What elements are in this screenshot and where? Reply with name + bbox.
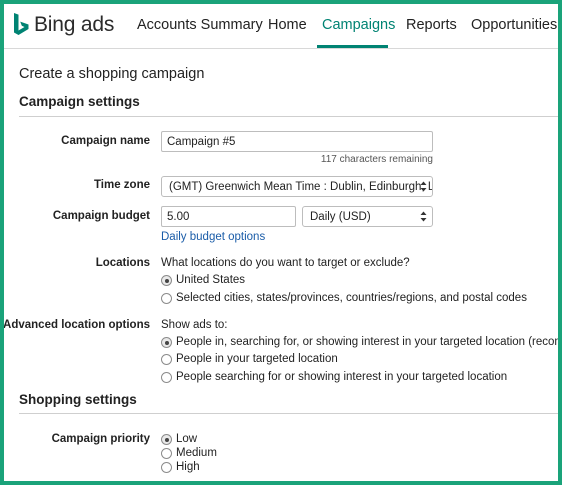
nav-home[interactable]: Home <box>268 17 307 33</box>
shopping-settings-heading: Shopping settings <box>19 392 137 407</box>
radio-united-states[interactable] <box>161 275 172 286</box>
radio-people-in-location-label: People in your targeted location <box>176 353 338 365</box>
campaign-settings-heading: Campaign settings <box>19 94 140 109</box>
page-title: Create a shopping campaign <box>19 66 205 82</box>
radio-people-in-location[interactable] <box>161 354 172 365</box>
select-arrows-icon <box>420 181 427 192</box>
show-ads-to-prompt: Show ads to: <box>161 319 228 331</box>
campaign-budget-label: Campaign budget <box>52 210 150 222</box>
radio-selected-locations-label: Selected cities, states/provinces, count… <box>176 292 527 304</box>
radio-priority-low[interactable] <box>161 434 172 445</box>
locations-label: Locations <box>95 257 150 269</box>
radio-people-searching-interest[interactable] <box>161 372 172 383</box>
time-zone-select[interactable]: (GMT) Greenwich Mean Time : Dublin, Edin… <box>161 176 433 197</box>
radio-priority-low-label: Low <box>176 433 198 445</box>
nav-reports[interactable]: Reports <box>406 17 457 33</box>
active-tab-indicator <box>317 45 388 48</box>
characters-remaining-hint: 117 characters remaining <box>320 154 433 165</box>
top-navigation-bar: Bing ads Accounts Summary Home Campaigns… <box>4 4 558 49</box>
radio-people-searching-interest-label: People searching for or showing interest… <box>176 371 508 383</box>
radio-priority-medium[interactable] <box>161 448 172 459</box>
daily-budget-options-link[interactable]: Daily budget options <box>161 231 265 243</box>
radio-united-states-label: United States <box>176 274 246 286</box>
radio-people-in-searching-interest-label: People in, searching for, or showing int… <box>176 336 558 348</box>
radio-priority-high-label: High <box>176 461 200 473</box>
campaign-priority-label: Campaign priority <box>51 433 150 445</box>
radio-selected-locations[interactable] <box>161 293 172 304</box>
section-divider <box>19 413 558 414</box>
nav-opportunities[interactable]: Opportunities <box>471 17 557 33</box>
nav-campaigns[interactable]: Campaigns <box>322 17 395 33</box>
app-frame: Bing ads Accounts Summary Home Campaigns… <box>4 4 558 481</box>
select-arrows-icon <box>420 211 427 222</box>
budget-type-select[interactable]: Daily (USD) <box>302 206 433 227</box>
time-zone-selected-value: (GMT) Greenwich Mean Time : Dublin, Edin… <box>169 180 433 193</box>
radio-people-in-searching-interest[interactable] <box>161 337 172 348</box>
radio-priority-medium-label: Medium <box>176 447 217 459</box>
campaign-name-label: Campaign name <box>61 135 150 147</box>
campaign-name-input[interactable] <box>161 131 433 152</box>
nav-accounts-summary[interactable]: Accounts Summary <box>137 17 263 33</box>
time-zone-label: Time zone <box>93 179 150 191</box>
campaign-budget-input[interactable] <box>161 206 296 227</box>
bing-ads-logo[interactable]: Bing ads <box>12 12 114 38</box>
radio-priority-high[interactable] <box>161 462 172 473</box>
budget-type-selected-value: Daily (USD) <box>310 210 371 223</box>
advanced-location-options-label: Advanced location options <box>4 319 150 331</box>
locations-question: What locations do you want to target or … <box>161 257 410 269</box>
bing-logo-icon <box>14 13 29 35</box>
logo-text: Bing ads <box>34 13 115 36</box>
section-divider <box>19 116 558 117</box>
